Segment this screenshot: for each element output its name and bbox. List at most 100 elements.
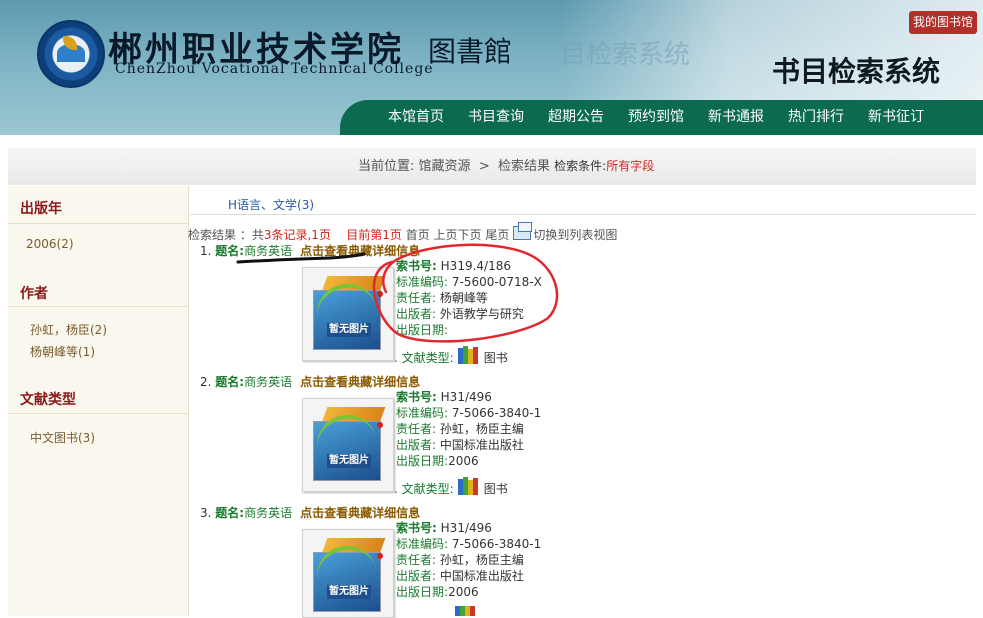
nav-new-books[interactable]: 新书通报 bbox=[708, 100, 764, 135]
facet-sidebar: 出版年 2006(2) 作者 孙虹，杨臣(2) 杨朝峰等(1) 文献类型 中文图… bbox=[8, 186, 189, 616]
pub-date-label: 出版日期 bbox=[396, 454, 445, 468]
college-logo-icon bbox=[37, 20, 105, 88]
ghost-watermark-title: 目检索系统 bbox=[560, 40, 691, 70]
isbn-value: 7-5600-0718-X bbox=[451, 275, 542, 289]
call-no-value: H319.4/186 bbox=[440, 259, 511, 273]
search-condition-value: 所有字段 bbox=[606, 159, 655, 173]
facet-title-author: 作者 bbox=[20, 286, 48, 302]
summary-current-page: 目前第1页 bbox=[346, 228, 402, 242]
first-page-link[interactable]: 首页 bbox=[406, 228, 430, 242]
doc-type-value: 图书 bbox=[483, 351, 508, 365]
pub-date-value: 2006 bbox=[448, 585, 479, 599]
doc-type-row: . 文献类型: 图书 bbox=[394, 477, 508, 497]
call-no-label: 索书号 bbox=[396, 521, 433, 535]
publisher-label: 出版者 bbox=[396, 438, 433, 452]
nav-overdue-notice[interactable]: 超期公告 bbox=[548, 100, 604, 135]
nav-top-ranking[interactable]: 热门排行 bbox=[788, 100, 844, 135]
isbn-label: 标准编码 bbox=[396, 537, 445, 551]
nav-reservation[interactable]: 预约到馆 bbox=[628, 100, 684, 135]
college-name-en: ChenZhou Vocational Technical College bbox=[115, 61, 434, 77]
record-number: 3. bbox=[200, 506, 212, 520]
summary-record-count: 3条记录,1页 bbox=[263, 228, 331, 242]
author-label: 责任者 bbox=[396, 422, 433, 436]
site-header: 郴州职业技术学院 图書館 ChenZhou Vocational Technic… bbox=[0, 0, 983, 135]
prev-next-page-link[interactable]: 上页下页 bbox=[434, 228, 482, 242]
facet-divider bbox=[8, 413, 188, 414]
author-value: 孙虹，杨臣主编 bbox=[439, 422, 524, 436]
book-cover-placeholder: 暂无图片 bbox=[302, 267, 394, 361]
isbn-label: 标准编码 bbox=[396, 406, 445, 420]
result-summary: 检索结果 ：共3条记录,1页 目前第1页 首页 上页下页 尾页 切换到列表视图 bbox=[188, 222, 617, 243]
book-cover-placeholder: 暂无图片 bbox=[302, 529, 394, 618]
title-label: 题名: bbox=[215, 244, 245, 258]
subject-class-tab[interactable]: H语言、文学(3) bbox=[228, 196, 314, 213]
facet-item-doc-type[interactable]: 中文图书(3) bbox=[30, 429, 95, 446]
call-no-value: H31/496 bbox=[440, 521, 492, 535]
switch-list-view-link[interactable]: 切换到列表视图 bbox=[533, 228, 617, 242]
author-label: 责任者 bbox=[396, 291, 433, 305]
tab-divider bbox=[190, 214, 976, 215]
title-label: 题名: bbox=[215, 375, 245, 389]
publisher-value: 外语教学与研究 bbox=[439, 307, 524, 321]
books-icon bbox=[455, 606, 475, 616]
author-label: 责任者 bbox=[396, 553, 433, 567]
publisher-label: 出版者 bbox=[396, 569, 433, 583]
pub-date-label: 出版日期 bbox=[396, 323, 445, 337]
facet-item-author[interactable]: 孙虹，杨臣(2) bbox=[30, 321, 107, 338]
list-view-icon[interactable] bbox=[513, 222, 533, 240]
books-icon bbox=[457, 477, 480, 495]
holdings-detail-link[interactable]: 点击查看典藏详细信息 bbox=[300, 244, 420, 258]
publisher-label: 出版者 bbox=[396, 307, 433, 321]
isbn-value: 7-5066-3840-1 bbox=[451, 406, 542, 420]
breadcrumb-prefix: 当前位置: bbox=[358, 159, 415, 174]
isbn-label: 标准编码 bbox=[396, 275, 445, 289]
doc-type-value: 图书 bbox=[483, 482, 508, 496]
library-name-cn: 图書館 bbox=[428, 35, 513, 68]
title-label: 题名: bbox=[215, 506, 245, 520]
call-no-label: 索书号 bbox=[396, 259, 433, 273]
facet-divider bbox=[8, 306, 188, 307]
breadcrumb-separator: > bbox=[478, 159, 490, 174]
breadcrumb: 当前位置: 馆藏资源 > 检索结果 检索条件:所有字段 bbox=[8, 148, 976, 185]
author-value: 孙虹，杨臣主编 bbox=[439, 553, 524, 567]
call-no-value: H31/496 bbox=[440, 390, 492, 404]
my-library-button[interactable]: 我的图书馆 bbox=[909, 11, 977, 34]
nav-catalog-search[interactable]: 书目查询 bbox=[468, 100, 524, 135]
cover-placeholder-label: 暂无图片 bbox=[327, 585, 371, 599]
record-number: 2. bbox=[200, 375, 212, 389]
record-number: 1. bbox=[200, 244, 212, 258]
facet-item-pub-year[interactable]: 2006(2) bbox=[26, 237, 74, 251]
book-cover-placeholder: 暂无图片 bbox=[302, 398, 394, 492]
record-heading: 3. 题名:商务英语 点击查看典藏详细信息 bbox=[200, 504, 420, 521]
nav-book-order[interactable]: 新书征订 bbox=[868, 100, 924, 135]
record-heading: 2. 题名:商务英语 点击查看典藏详细信息 bbox=[200, 373, 420, 390]
breadcrumb-collection-link[interactable]: 馆藏资源 bbox=[419, 159, 471, 174]
facet-title-doc-type: 文献类型 bbox=[20, 392, 76, 408]
facet-title-pub-year: 出版年 bbox=[20, 201, 62, 217]
isbn-value: 7-5066-3840-1 bbox=[451, 537, 542, 551]
breadcrumb-current: 检索结果 bbox=[497, 159, 550, 174]
last-page-link[interactable]: 尾页 bbox=[485, 228, 509, 242]
holdings-detail-link[interactable]: 点击查看典藏详细信息 bbox=[300, 375, 420, 389]
record-title[interactable]: 商务英语 bbox=[244, 506, 292, 520]
nav-home[interactable]: 本馆首页 bbox=[388, 100, 444, 135]
record-metadata: 索书号: H31/496 标准编码: 7-5066-3840-1 责任者: 孙虹… bbox=[396, 390, 542, 468]
pub-date-value: 2006 bbox=[448, 454, 479, 468]
pub-date-label: 出版日期 bbox=[396, 585, 445, 599]
record-heading: 1. 题名:商务英语 点击查看典藏详细信息 bbox=[200, 242, 420, 259]
holdings-detail-link[interactable]: 点击查看典藏详细信息 bbox=[300, 506, 420, 520]
publisher-value: 中国标准出版社 bbox=[439, 569, 524, 583]
record-title[interactable]: 商务英语 bbox=[244, 375, 292, 389]
doc-type-label: . 文献类型: bbox=[394, 351, 454, 365]
facet-item-author[interactable]: 杨朝峰等(1) bbox=[30, 343, 95, 360]
doc-type-label: . 文献类型: bbox=[394, 482, 454, 496]
publisher-value: 中国标准出版社 bbox=[439, 438, 524, 452]
facet-divider bbox=[8, 223, 188, 224]
record-title[interactable]: 商务英语 bbox=[244, 244, 292, 258]
books-icon bbox=[457, 346, 480, 364]
doc-type-row: . 文献类型: 图书 bbox=[394, 346, 508, 366]
summary-prefix: 检索结果 ：共 bbox=[188, 228, 264, 242]
main-nav: 本馆首页 书目查询 超期公告 预约到馆 新书通报 热门排行 新书征订 bbox=[340, 100, 983, 135]
call-no-label: 索书号 bbox=[396, 390, 433, 404]
system-title: 书目检索系统 bbox=[772, 55, 941, 88]
